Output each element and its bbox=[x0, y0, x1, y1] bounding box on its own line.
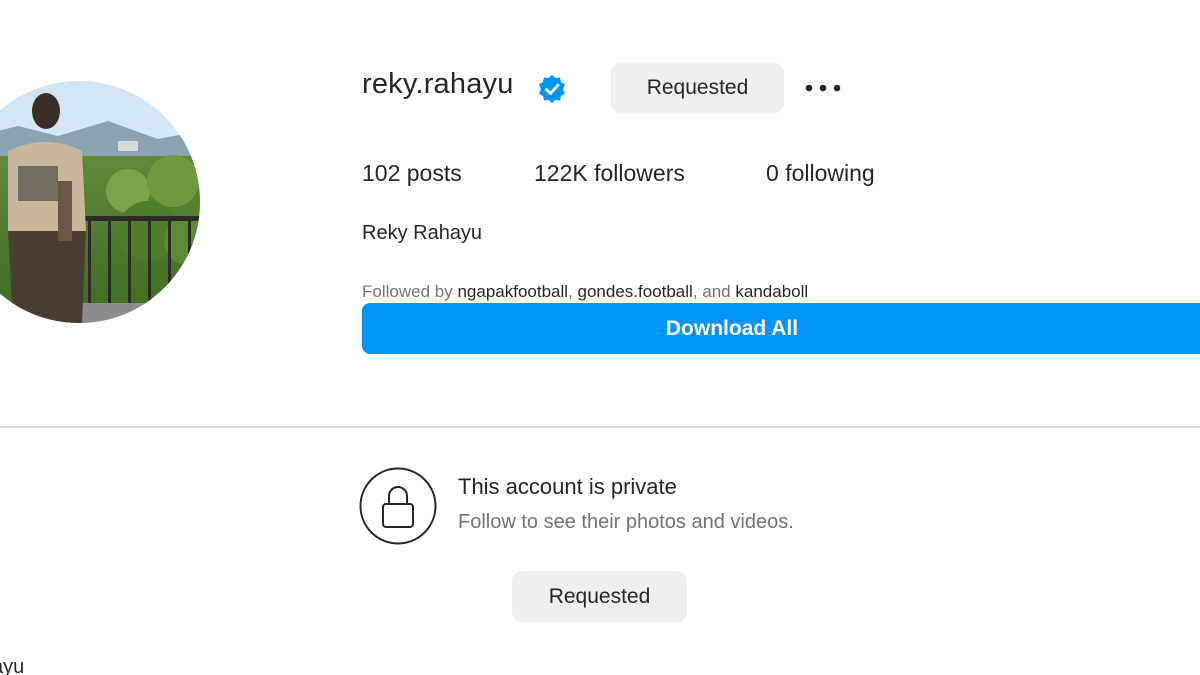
lock-icon bbox=[359, 467, 437, 545]
followed-by-prefix: Followed by bbox=[362, 282, 453, 301]
following-count[interactable]: 0 following bbox=[766, 160, 875, 187]
more-options-icon[interactable] bbox=[800, 68, 846, 108]
requested-button-secondary[interactable]: Requested bbox=[512, 571, 687, 622]
requested-button[interactable]: Requested bbox=[611, 63, 784, 113]
followers-number: 122K bbox=[534, 160, 588, 186]
avatar-image bbox=[0, 81, 200, 323]
followers-count[interactable]: 122K followers bbox=[534, 160, 685, 187]
followers-label: followers bbox=[594, 160, 685, 186]
followed-by-separator: , bbox=[568, 282, 578, 301]
download-all-button[interactable]: Download All bbox=[362, 303, 1200, 354]
followed-by-text[interactable]: Followed by ngapakfootball, gondes.footb… bbox=[362, 282, 808, 302]
followed-by-account[interactable]: kandaboll bbox=[735, 282, 808, 301]
posts-number: 102 bbox=[362, 160, 401, 186]
private-account-subtitle: Follow to see their photos and videos. bbox=[458, 511, 794, 533]
followed-by-account[interactable]: ngapakfootball bbox=[457, 282, 568, 301]
verified-badge-icon bbox=[537, 74, 567, 104]
following-number: 0 bbox=[766, 160, 779, 186]
private-account-title: This account is private bbox=[458, 474, 677, 499]
followed-by-account[interactable]: gondes.football bbox=[578, 282, 693, 301]
following-label: following bbox=[785, 160, 875, 186]
followed-by-separator: , and bbox=[692, 282, 736, 301]
posts-label: posts bbox=[406, 160, 462, 186]
profile-full-name: Reky Rahayu bbox=[362, 222, 483, 244]
section-divider bbox=[0, 426, 1200, 428]
profile-avatar[interactable] bbox=[0, 81, 200, 323]
profile-username: reky.rahayu bbox=[362, 68, 514, 100]
cut-off-text: ayu bbox=[0, 656, 25, 675]
profile-page: reky.rahayu Requested 102 posts 122K fol… bbox=[0, 0, 1200, 675]
posts-count: 102 posts bbox=[362, 160, 462, 187]
